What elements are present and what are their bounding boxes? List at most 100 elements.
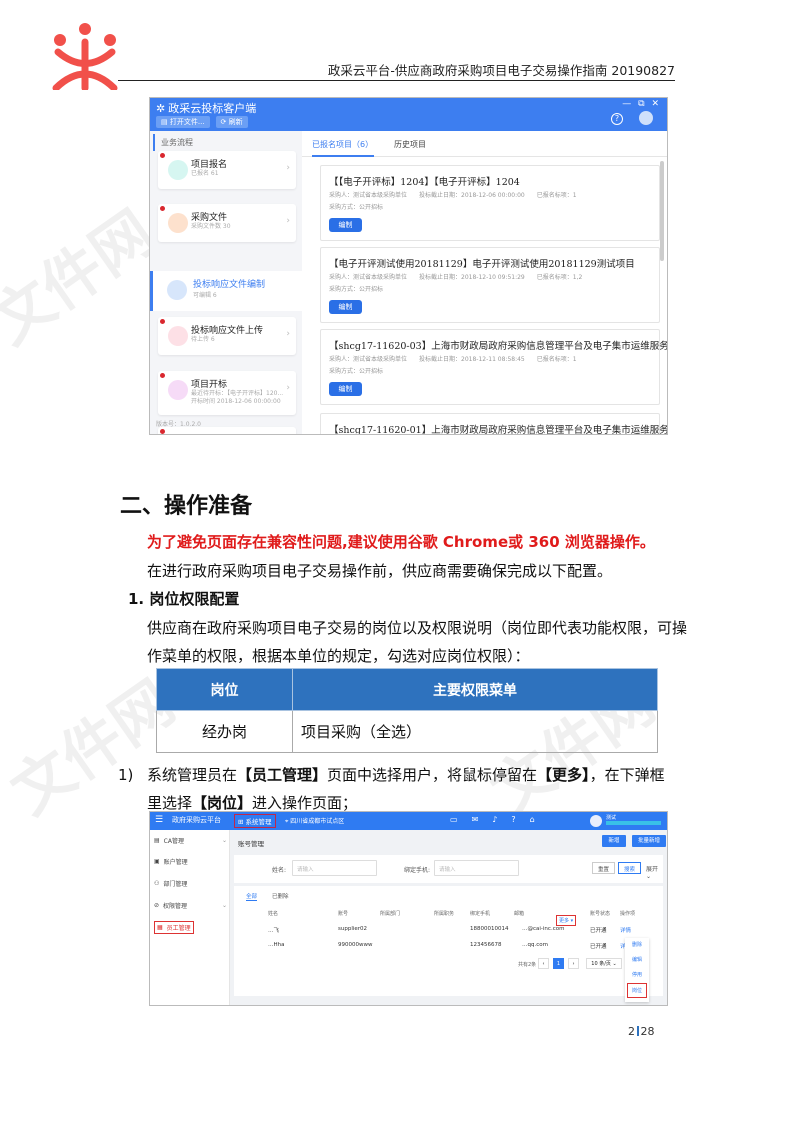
dropdown-item-edit[interactable]: 编辑 [625,953,649,968]
lock-icon[interactable]: ⌂ [530,815,535,824]
scrollbar[interactable] [660,161,664,261]
edit-button[interactable]: 编制 [329,218,362,232]
avatar[interactable] [639,111,653,125]
reset-button[interactable]: 重置 [592,862,616,874]
tab-deleted[interactable]: 已删除 [272,892,289,900]
platform-logo: 政府采购云平台 [172,816,221,824]
help-icon[interactable]: ? [511,815,515,824]
detail-link[interactable]: 详情 [620,926,631,934]
refresh-button[interactable]: ⟳ 刷新 [215,116,248,128]
bell-icon[interactable]: ♪ [492,815,497,824]
active-tab-indicator [312,155,374,157]
phone-input[interactable]: 请输入 [434,860,519,876]
edit-doc-icon [167,280,187,300]
edit-button[interactable]: 编制 [329,300,362,314]
next-page-button[interactable]: › [568,958,579,969]
edit-button[interactable]: 编制 [329,382,362,396]
badge-dot [160,429,165,434]
sidebar-item-ca[interactable]: ▤ CA管理 ⌄ [154,836,227,845]
table-cell: 已开通 [590,944,607,950]
sidebar-header: 业务流程 [153,134,302,151]
sidebar-item-signup[interactable]: 项目报名 已报名 61 › [158,151,296,189]
chevron-right-icon: › [286,329,290,339]
mail-icon[interactable]: ✉ [472,815,479,824]
project-title: 【shcg17-11620-01】上海市财政局政府采购信息管理平台及电子集市运维… [329,425,668,435]
client-main: 已报名项目（6） 历史项目 【【电子开评标】1204】【电子开评标】1204 采… [302,131,667,434]
app-logo-icon: ✲ [156,101,166,115]
sidebar-item-award-notice[interactable]: 中标通知书中标项目 0› [158,427,296,434]
more-dropdown: 删除 编辑 停用 岗位 [625,938,649,1002]
table-cell: 经办岗 [156,710,293,753]
page-size-select[interactable]: 10 条/页 ⌄ [586,958,622,969]
table-cell: 123456678 [470,942,502,948]
staff-table: 全部 已删除 姓名 账号 所属部门 所属职务 绑定手机 邮箱 账号状态 操作项 … [234,886,663,996]
filter-panel: 姓名: 请输入 绑定手机: 请输入 重置 搜索 展开 ⌄ [234,855,663,883]
table-header: 主要权限菜单 [292,668,658,711]
badge-dot [160,373,165,378]
page-title: 账号管理 [238,840,264,848]
table-cell: 18800010014 [470,926,509,932]
step-number: 1) [118,766,134,784]
opening-icon [168,380,188,400]
phone-label: 绑定手机: [404,867,431,874]
search-button[interactable]: 搜索 [618,862,642,874]
sidebar-item-procurement-docs[interactable]: 采购文件 采购文件数 30 › [158,204,296,242]
sidebar-item-department[interactable]: ⚇ 部门管理 [154,879,187,888]
app-title: 政采云投标客户端 [168,102,257,115]
sidebar-item-staff[interactable]: ▦ 员工管理 [154,921,194,934]
tab-all[interactable]: 全部 [246,892,258,901]
badge-dot [160,153,165,158]
client-sidebar: 业务流程 项目报名 已报名 61 › 采购文件 采购文件数 30 › 投标响应文件编制可… [150,131,302,434]
client-titlebar: ✲ 政采云投标客户端 ▤ 打开文件... ⟳ 刷新 — ⧉ ✕ ? [150,98,667,131]
table-row: 经办岗 项目采购（全选） [156,710,658,753]
avatar[interactable] [590,815,602,827]
intro-text: 在进行政府采购项目电子交易操作前，供应商需要确保完成以下配置。 [147,562,613,580]
sidebar-item-bid-opening[interactable]: 项目开标 最近待开标：【电子开评标】120... 开标时间 2018-12-06 0… [158,371,296,415]
client-title: ✲ 政采云投标客户端 [156,100,256,116]
table-cell: supplier02 [338,926,368,932]
admin-screenshot: ☰ 政府采购云平台 ⊞ 系统管理 ⌖ 四川省成都市试点区 ▭ ✉ ♪ ? ⌂ 测… [149,811,668,1006]
dropdown-item-position[interactable]: 岗位 [627,983,647,998]
org-name-redacted [606,821,661,825]
name-input[interactable]: 请输入 [292,860,377,876]
total-count: 共有2条 [518,962,537,968]
prev-page-button[interactable]: ‹ [538,958,549,969]
subsection-heading: 1. 岗位权限配置 [128,590,240,608]
window-controls[interactable]: — ⧉ ✕ [622,99,661,109]
table-cell: 990000www [338,942,373,948]
project-card: 【电子开评测试使用20181129】电子开评测试使用20181129测试项目 采… [320,247,660,323]
expand-toggle[interactable]: 展开 ⌄ [646,864,663,880]
description-text: 供应商在政府采购项目电子交易的岗位以及权限说明（岗位即代表功能权限，可操作菜单的… [147,619,688,665]
project-card: 【【电子开评标】1204】【电子开评标】1204 采购人：测试省本级采购单位 投标… [320,165,660,241]
system-menu[interactable]: ⊞ 系统管理 [234,814,276,828]
sidebar-item-account[interactable]: ▣ 账户管理 [154,857,188,866]
sidebar-item-permission[interactable]: ⊘ 权限管理 ⌄ [154,901,227,910]
location-selector[interactable]: ⌖ 四川省成都市试点区 [285,816,344,826]
table-cell: …@cai-inc.com [522,926,565,932]
admin-topbar: ☰ 政府采购云平台 ⊞ 系统管理 ⌖ 四川省成都市试点区 ▭ ✉ ♪ ? ⌂ 测… [150,812,667,830]
project-card: 【shcg17-11620-03】上海市财政局政府采购信息管理平台及电子集市运维… [320,329,667,405]
menu-icon[interactable]: ☰ [155,815,163,825]
more-button[interactable]: 更多 ▾ [556,915,577,926]
batch-add-button[interactable]: 批量新增 [632,835,666,847]
page-number: 2 28 [628,1025,655,1038]
help-icon[interactable]: ? [611,113,623,125]
tab-registered-projects[interactable]: 已报名项目（6） [312,139,373,150]
sidebar-item-bid-edit[interactable]: 投标响应文件编制 可编辑 6 [150,271,302,311]
open-file-button[interactable]: ▤ 打开文件... [156,116,210,128]
add-button[interactable]: 新增 [602,835,626,847]
project-title: 【shcg17-11620-03】上海市财政局政府采购信息管理平台及电子集市运维… [329,341,668,352]
username: 测试 [606,815,617,821]
watermark: 文件网 [0,197,167,359]
permission-table: 岗位 主要权限菜单 经办岗 项目采购（全选） [156,668,658,753]
version-label: 版本号：1.0.2.0 [156,421,201,428]
table-cell: 项目采购（全选） [292,710,658,753]
shop-icon[interactable]: ▭ [450,815,458,824]
dropdown-item-delete[interactable]: 删除 [625,938,649,953]
dropdown-item-disable[interactable]: 停用 [625,968,649,983]
table-cell: …飞 [268,928,280,934]
page-button[interactable]: 1 [553,958,564,969]
sidebar-item-bid-upload[interactable]: 投标响应文件上传 待上传 6 › [158,317,296,355]
tab-history-projects[interactable]: 历史项目 [394,139,426,150]
project-title: 【电子开评测试使用20181129】电子开评测试使用20181129测试项目 [329,259,635,270]
